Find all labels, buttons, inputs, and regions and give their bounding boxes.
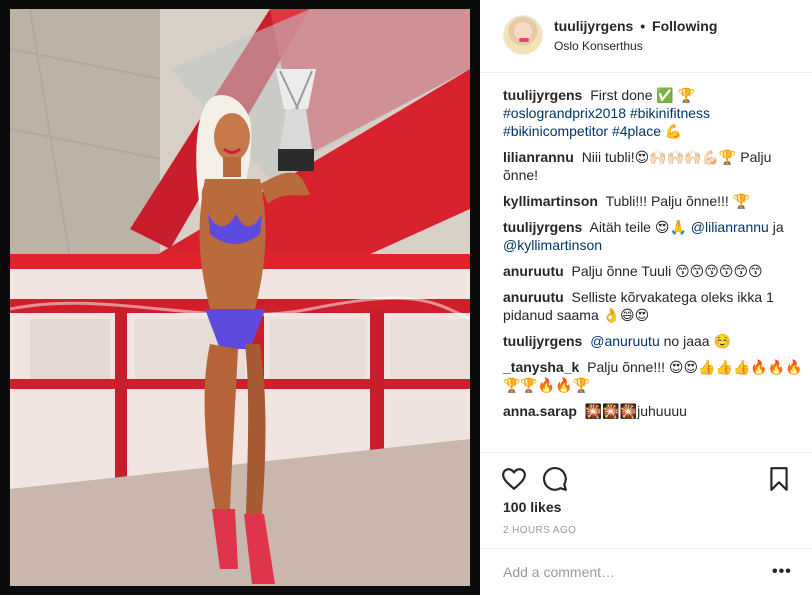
more-options-button[interactable]: ••• [772,563,792,581]
caption-text: First done ✅ 🏆 [590,87,696,103]
user-line: tuulijyrgens • Following [554,18,717,34]
comment: anuruutu Palju õnne Tuuli 😙😙😙😙😙😙 [503,262,803,280]
separator-dot: • [640,18,646,34]
hashtag-link[interactable]: #oslograndprix2018 [503,105,626,121]
comment-author[interactable]: anna.sarap [503,403,577,419]
comment-divider [480,548,812,549]
mention-link[interactable]: @lilianrannu [691,219,769,235]
action-bar [480,458,812,498]
actions-divider [480,452,812,453]
follow-status-button[interactable]: Following [652,18,717,34]
caption: tuulijyrgens First done ✅ 🏆 #oslograndpr… [503,86,803,140]
likes-count[interactable]: 100 likes [503,499,561,515]
comment-author[interactable]: tuulijyrgens [503,219,582,235]
comment-author[interactable]: anuruutu [503,263,564,279]
comments-list: tuulijyrgens First done ✅ 🏆 #oslograndpr… [503,86,803,428]
comment-text: Aitäh teile 😍🙏 [589,219,687,235]
post-sidebar: tuulijyrgens • Following Oslo Konserthus… [480,0,812,595]
comment-author[interactable]: kyllimartinson [503,193,598,209]
caption-suffix: 💪 [664,123,683,139]
heart-icon[interactable] [501,466,527,492]
mention-link[interactable]: @kyllimartinson [503,237,602,253]
bookmark-icon[interactable] [766,466,792,492]
hashtag-link[interactable]: #4place [612,123,661,139]
comment-text: no jaaa ☺️ [663,333,731,349]
post-timestamp[interactable]: 2 HOURS AGO [503,525,576,536]
hashtag-link[interactable]: #bikinicompetitor [503,123,608,139]
comment: anuruutu Selliste kõrvakategа oleks ikka… [503,288,803,324]
comment-author[interactable]: tuulijyrgens [503,333,582,349]
avatar[interactable] [503,15,543,55]
comment: lilianrannu Niii tubli!😍🙌🏻🙌🏻🙌🏻💪🏻🏆 Palju … [503,148,803,184]
post-photo[interactable] [10,9,470,586]
comment: anna.sarap 🎇🎇🎇juhuuuu [503,402,803,420]
comment-author[interactable]: anuruutu [503,289,564,305]
header-divider [480,72,812,73]
comment-text: 🎇🎇🎇juhuuuu [584,403,687,419]
comment-author[interactable]: lilianrannu [503,149,574,165]
post-header: tuulijyrgens • Following Oslo Konserthus [480,0,812,72]
comment-text: Tubli!!! Palju õnne!!! 🏆 [605,193,751,209]
location-link[interactable]: Oslo Konserthus [554,39,643,53]
add-comment-input[interactable] [503,563,743,581]
hashtag-link[interactable]: #bikinifitness [630,105,710,121]
comment: _tanysha_k Palju õnne!!! 😍😍👍👍👍🔥🔥🔥🏆🏆🔥🔥🏆 [503,358,803,394]
username-link[interactable]: tuulijyrgens [554,18,633,34]
comment: kyllimartinson Tubli!!! Palju õnne!!! 🏆 [503,192,803,210]
comment-text: ja [772,219,784,235]
comment-author[interactable]: tuulijyrgens [503,87,582,103]
post-photo-panel [0,0,480,595]
comment-icon[interactable] [542,466,568,492]
mention-link[interactable]: @anuruutu [590,333,659,349]
comment-author[interactable]: _tanysha_k [503,359,579,375]
comment: tuulijyrgens @anuruutu no jaaa ☺️ [503,332,803,350]
post-photo-illustration [10,9,470,586]
comment-text: Palju õnne Tuuli 😙😙😙😙😙😙 [571,263,763,279]
comment: tuulijyrgens Aitäh teile 😍🙏 @lilianrannu… [503,218,803,254]
